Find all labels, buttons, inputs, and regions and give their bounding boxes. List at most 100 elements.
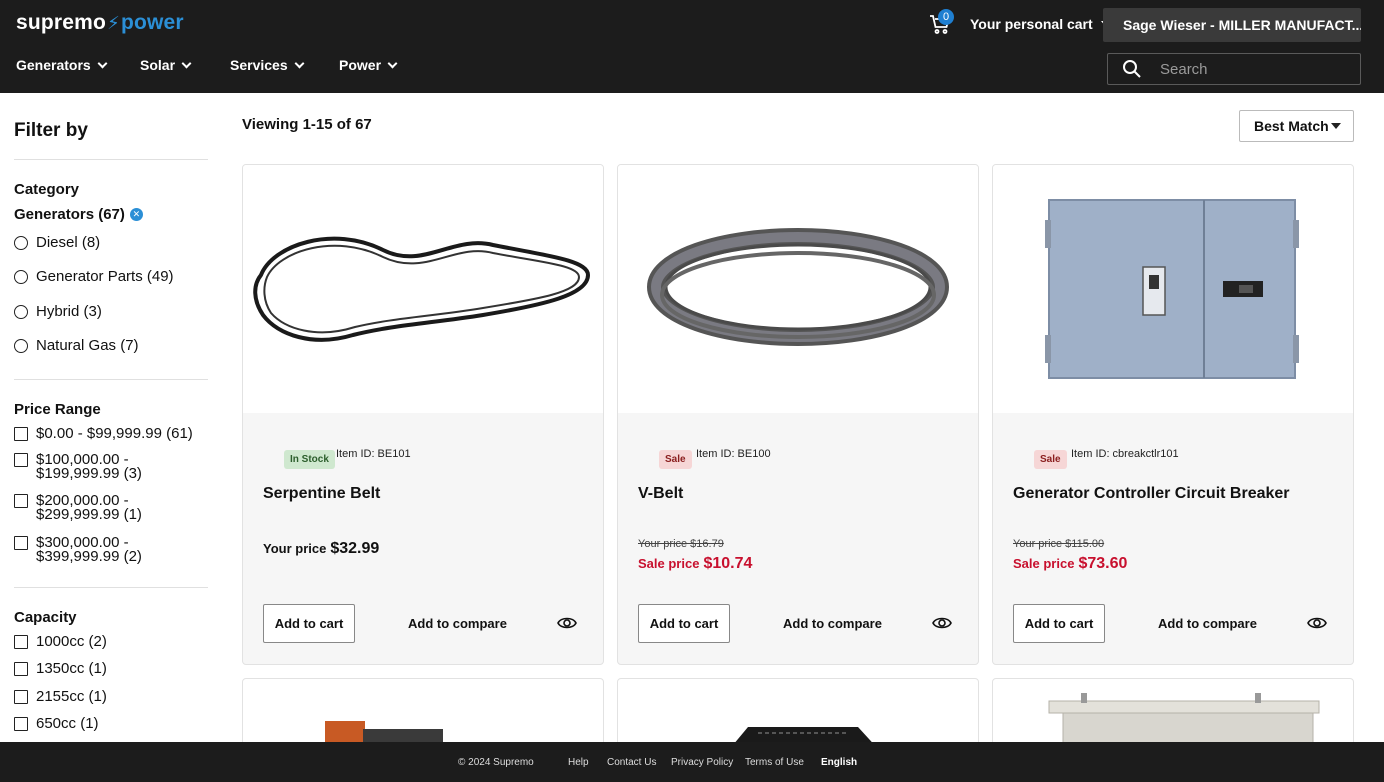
checkbox[interactable] <box>14 494 28 508</box>
divider <box>14 379 208 380</box>
price-option[interactable]: $0.00 - $99,999.99 (61) <box>14 425 193 442</box>
radio-button[interactable] <box>14 304 28 319</box>
option-label: Diesel (8) <box>36 234 101 251</box>
radio-button[interactable] <box>14 235 28 250</box>
product-image[interactable] <box>243 165 603 413</box>
circuit-breaker-image <box>1045 199 1299 379</box>
account-label: Sage Wieser - MILLER MANUFACT... <box>1123 17 1361 33</box>
footer-link-privacy[interactable]: Privacy Policy <box>671 757 733 768</box>
product-image[interactable] <box>993 165 1353 413</box>
checkbox[interactable] <box>14 689 28 704</box>
checkbox[interactable] <box>14 453 28 467</box>
eye-icon[interactable] <box>557 615 577 631</box>
product-image[interactable] <box>618 165 978 413</box>
add-to-compare-button[interactable]: Add to compare <box>408 616 507 631</box>
sale-price-value: $10.74 <box>703 555 753 572</box>
nav-solar[interactable]: Solar <box>140 57 230 73</box>
nav-label: Solar <box>140 57 176 73</box>
active-category: Generators (67) ✕ <box>14 206 143 223</box>
price-option[interactable]: $300,000.00 - $399,999.99 (2) <box>14 534 142 565</box>
radio-button[interactable] <box>14 269 28 284</box>
sale-price-value: $73.60 <box>1078 555 1128 572</box>
checkbox[interactable] <box>14 661 28 676</box>
sale-badge: Sale <box>659 450 692 469</box>
category-option-natural-gas[interactable]: Natural Gas (7) <box>14 337 139 354</box>
search-icon[interactable] <box>1122 59 1142 79</box>
checkbox[interactable] <box>14 716 28 731</box>
bolt-icon: ⚡ <box>107 12 120 33</box>
chevron-down-icon <box>387 58 398 68</box>
sort-dropdown[interactable]: Best Match <box>1239 110 1354 142</box>
eye-icon[interactable] <box>932 615 952 631</box>
product-card[interactable]: Sale Item ID: cbreakctlr101 Generator Co… <box>992 164 1354 665</box>
capacity-option[interactable]: 1350cc (1) <box>14 660 107 677</box>
category-option-generator-parts[interactable]: Generator Parts (49) <box>14 268 174 285</box>
footer-link-terms[interactable]: Terms of Use <box>745 757 804 768</box>
cart-selector[interactable]: Your personal cart <box>970 16 1113 32</box>
capacity-option[interactable]: 650cc (1) <box>14 715 99 732</box>
nav-generators[interactable]: Generators <box>16 57 140 73</box>
belt-image <box>253 236 591 342</box>
price-option[interactable]: $200,000.00 - $299,999.99 (1) <box>14 493 142 522</box>
nav-services[interactable]: Services <box>230 57 339 73</box>
caret-down-icon <box>1331 123 1341 129</box>
nav-power[interactable]: Power <box>339 57 398 73</box>
item-id: Item ID: cbreakctlr101 <box>1071 448 1179 460</box>
option-label: Natural Gas (7) <box>36 337 139 354</box>
add-to-cart-button[interactable]: Add to cart <box>638 604 730 643</box>
add-to-cart-button[interactable]: Add to cart <box>263 604 355 643</box>
option-label: 1350cc (1) <box>36 660 107 677</box>
option-label: Hybrid (3) <box>36 303 102 320</box>
capacity-option[interactable]: 1000cc (2) <box>14 633 107 650</box>
nav-label: Power <box>339 57 382 73</box>
logo[interactable]: supremo ⚡ power <box>16 11 184 35</box>
stock-badge: In Stock <box>284 450 335 469</box>
logo-main-text: supremo <box>16 11 107 34</box>
divider <box>14 159 208 160</box>
account-button[interactable]: Sage Wieser - MILLER MANUFACT... <box>1103 8 1361 42</box>
checkbox[interactable] <box>14 634 28 649</box>
footer-link-contact[interactable]: Contact Us <box>607 757 656 768</box>
cart-selector-label: Your personal cart <box>970 16 1093 32</box>
search-input[interactable] <box>1160 60 1330 78</box>
product-card[interactable]: In Stock Item ID: BE101 Serpentine Belt … <box>242 164 604 665</box>
v-belt-image <box>647 228 949 346</box>
sale-price-label: Sale price <box>638 556 700 571</box>
footer-link-help[interactable]: Help <box>568 757 589 768</box>
add-to-compare-button[interactable]: Add to compare <box>1158 616 1257 631</box>
capacity-option[interactable]: 2155cc (1) <box>14 688 107 705</box>
option-label: $0.00 - $99,999.99 (61) <box>36 425 193 442</box>
price-range-title: Price Range <box>14 401 101 418</box>
checkbox[interactable] <box>14 426 28 441</box>
radio-button[interactable] <box>14 338 28 353</box>
sale-badge: Sale <box>1034 450 1067 469</box>
product-name[interactable]: V-Belt <box>638 485 683 503</box>
capacity-title: Capacity <box>14 609 77 626</box>
site-footer: © 2024 Supremo Help Contact Us Privacy P… <box>0 742 1384 782</box>
category-option-diesel[interactable]: Diesel (8) <box>14 234 100 251</box>
nav-label: Generators <box>16 57 91 73</box>
category-option-hybrid[interactable]: Hybrid (3) <box>14 303 102 320</box>
product-name[interactable]: Serpentine Belt <box>263 485 380 503</box>
site-header: supremo ⚡ power 0 Your personal cart Sage … <box>0 0 1384 93</box>
option-label: $100,000.00 - $199,999.99 (3) <box>36 451 142 482</box>
product-name[interactable]: Generator Controller Circuit Breaker <box>1013 485 1290 503</box>
product-card[interactable]: Sale Item ID: BE100 V-Belt Your price $1… <box>617 164 979 665</box>
language-selector[interactable]: English <box>821 757 857 768</box>
eye-icon[interactable] <box>1307 615 1327 631</box>
sort-label: Best Match <box>1254 118 1329 134</box>
chevron-down-icon <box>181 58 192 68</box>
checkbox[interactable] <box>14 536 28 550</box>
price-label: Your price <box>263 541 327 556</box>
price-option[interactable]: $100,000.00 - $199,999.99 (3) <box>14 451 142 482</box>
sale-price-label: Sale price <box>1013 556 1075 571</box>
add-to-cart-button[interactable]: Add to cart <box>1013 604 1105 643</box>
remove-filter-icon[interactable]: ✕ <box>129 208 143 221</box>
option-label: 1000cc (2) <box>36 633 107 650</box>
option-label: 650cc (1) <box>36 715 99 732</box>
add-to-compare-button[interactable]: Add to compare <box>783 616 882 631</box>
option-label: $300,000.00 - $399,999.99 (2) <box>36 534 142 565</box>
product-price: Your price $32.99 <box>263 540 379 558</box>
option-label: Generator Parts (49) <box>36 268 174 285</box>
sale-price: Sale price $10.74 <box>638 555 752 573</box>
